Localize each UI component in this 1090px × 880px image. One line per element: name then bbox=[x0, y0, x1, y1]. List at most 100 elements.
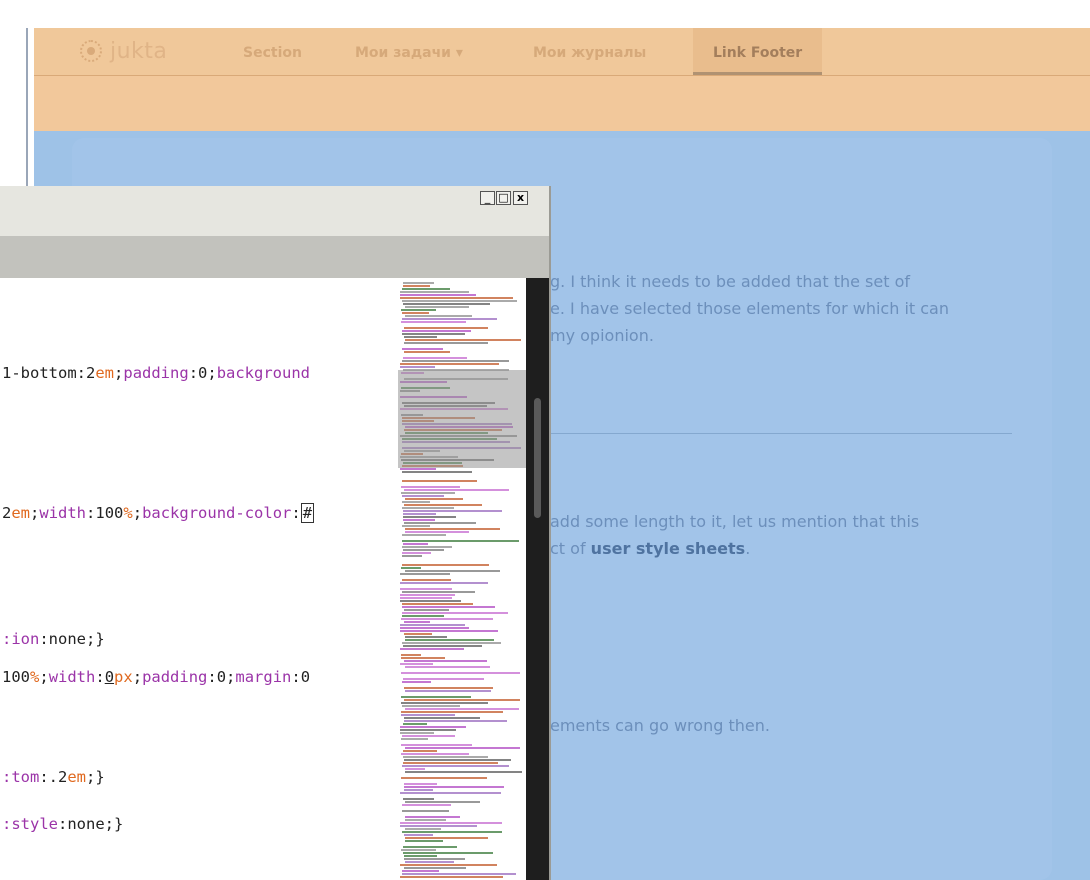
minimap-line bbox=[402, 546, 452, 548]
minimap-line bbox=[403, 357, 467, 359]
minimap-line bbox=[402, 288, 450, 290]
minimap-line bbox=[400, 297, 513, 299]
minimap-line bbox=[401, 657, 445, 659]
minimap-line bbox=[401, 696, 471, 698]
minimap-line bbox=[405, 339, 521, 341]
nav-item-my-journals[interactable]: Мои журналы bbox=[533, 28, 646, 75]
minimap-line bbox=[401, 714, 455, 716]
minimap-line bbox=[405, 570, 500, 572]
minimap-line bbox=[400, 582, 488, 584]
minimap-line bbox=[401, 711, 503, 713]
code-minimap[interactable] bbox=[398, 278, 526, 880]
minimap-line bbox=[405, 531, 469, 533]
maximize-button[interactable]: □ bbox=[496, 191, 511, 205]
minimap-line bbox=[404, 759, 511, 761]
paragraph-2-line: add some length to it, let us mention th… bbox=[550, 512, 920, 531]
minimap-line bbox=[403, 756, 488, 758]
minimap-line bbox=[403, 846, 457, 848]
minimap-line bbox=[404, 834, 433, 836]
code-line: 2em;width:100%;background-color: # bbox=[2, 503, 315, 523]
code-line: 100%;width:0px;padding:0;margin:0 bbox=[2, 668, 311, 686]
minimap-line bbox=[405, 861, 454, 863]
minimap-line bbox=[400, 864, 497, 866]
minimap-line bbox=[401, 849, 436, 851]
minimap-line bbox=[402, 735, 455, 737]
minimap-line bbox=[400, 624, 465, 626]
scrollbar-thumb[interactable] bbox=[534, 398, 541, 518]
minimap-line bbox=[405, 708, 519, 710]
minimap-line bbox=[405, 801, 480, 803]
minimap-line bbox=[402, 870, 439, 872]
minimap-line bbox=[402, 606, 495, 608]
minimap-line bbox=[400, 732, 434, 734]
site-subbar bbox=[34, 76, 1090, 131]
minimap-line bbox=[402, 579, 451, 581]
minimap-line bbox=[401, 309, 436, 311]
text-cursor: # bbox=[300, 503, 315, 523]
minimap-line bbox=[403, 852, 493, 854]
minimap-line bbox=[400, 627, 469, 629]
minimap-line bbox=[402, 765, 509, 767]
minimap-line bbox=[404, 855, 437, 857]
minimap-line bbox=[400, 648, 464, 650]
minimap-line bbox=[404, 789, 433, 791]
minimap-line bbox=[405, 828, 441, 830]
minimap-line bbox=[405, 768, 425, 770]
minimap-line bbox=[403, 549, 444, 551]
minimap-line bbox=[404, 783, 437, 785]
minimap-line bbox=[404, 867, 466, 869]
code-editor[interactable]: 1-bottom:2em;padding:0;background 2em;wi… bbox=[0, 278, 398, 880]
minimap-line bbox=[405, 528, 500, 530]
minimap-line bbox=[405, 840, 443, 842]
site-logo[interactable]: jukta bbox=[80, 36, 167, 66]
minimap-line bbox=[402, 705, 460, 707]
window-edge bbox=[26, 28, 28, 188]
minimap-line bbox=[405, 690, 491, 692]
minimap-line bbox=[401, 702, 488, 704]
minimap-line bbox=[403, 543, 428, 545]
minimap-line bbox=[403, 285, 430, 287]
minimap-line bbox=[401, 777, 487, 779]
minimap-line bbox=[405, 837, 488, 839]
minimap-line bbox=[401, 753, 469, 755]
logo-text: jukta bbox=[110, 38, 168, 64]
minimap-line bbox=[402, 507, 454, 509]
minimap-line bbox=[402, 873, 516, 875]
minimap-line bbox=[402, 555, 422, 557]
minimap-viewport[interactable] bbox=[398, 370, 526, 468]
nav-item-section[interactable]: Section bbox=[243, 28, 302, 75]
minimap-line bbox=[401, 672, 520, 674]
minimap-line bbox=[400, 600, 461, 602]
minimap-line bbox=[405, 639, 494, 641]
minimap-line bbox=[400, 291, 469, 293]
minimize-button[interactable]: _ bbox=[480, 191, 495, 205]
minimap-line bbox=[404, 522, 476, 524]
close-button[interactable]: x bbox=[513, 191, 528, 205]
minimap-line bbox=[402, 564, 489, 566]
user-style-sheets-link[interactable]: user style sheets bbox=[591, 539, 746, 558]
minimap-line bbox=[400, 366, 435, 368]
minimap-line bbox=[405, 666, 490, 668]
minimap-line bbox=[400, 825, 477, 827]
minimap-line bbox=[404, 336, 437, 338]
nav-item-link-footer[interactable]: Link Footer bbox=[693, 28, 823, 75]
logo-icon bbox=[80, 40, 102, 62]
editor-toolbar bbox=[0, 236, 549, 278]
paragraph-1: g. I think it needs to be added that the… bbox=[550, 268, 949, 349]
minimap-line bbox=[400, 588, 452, 590]
minimap-line bbox=[404, 687, 493, 689]
vertical-scrollbar[interactable] bbox=[526, 278, 549, 880]
desktop-strip bbox=[0, 28, 27, 188]
minimap-line bbox=[401, 486, 460, 488]
minimap-line bbox=[401, 492, 455, 494]
minimap-line bbox=[402, 348, 443, 350]
minimap-line bbox=[402, 591, 475, 593]
minimap-line bbox=[400, 630, 498, 632]
minimap-line bbox=[403, 510, 502, 512]
minimap-line bbox=[404, 633, 432, 635]
minimap-line bbox=[403, 678, 484, 680]
minimap-line bbox=[401, 321, 466, 323]
minimap-line bbox=[402, 804, 451, 806]
window-titlebar[interactable]: _ □ x bbox=[0, 186, 549, 237]
nav-item-my-tasks[interactable]: Мои задачи ▾ bbox=[355, 28, 463, 75]
